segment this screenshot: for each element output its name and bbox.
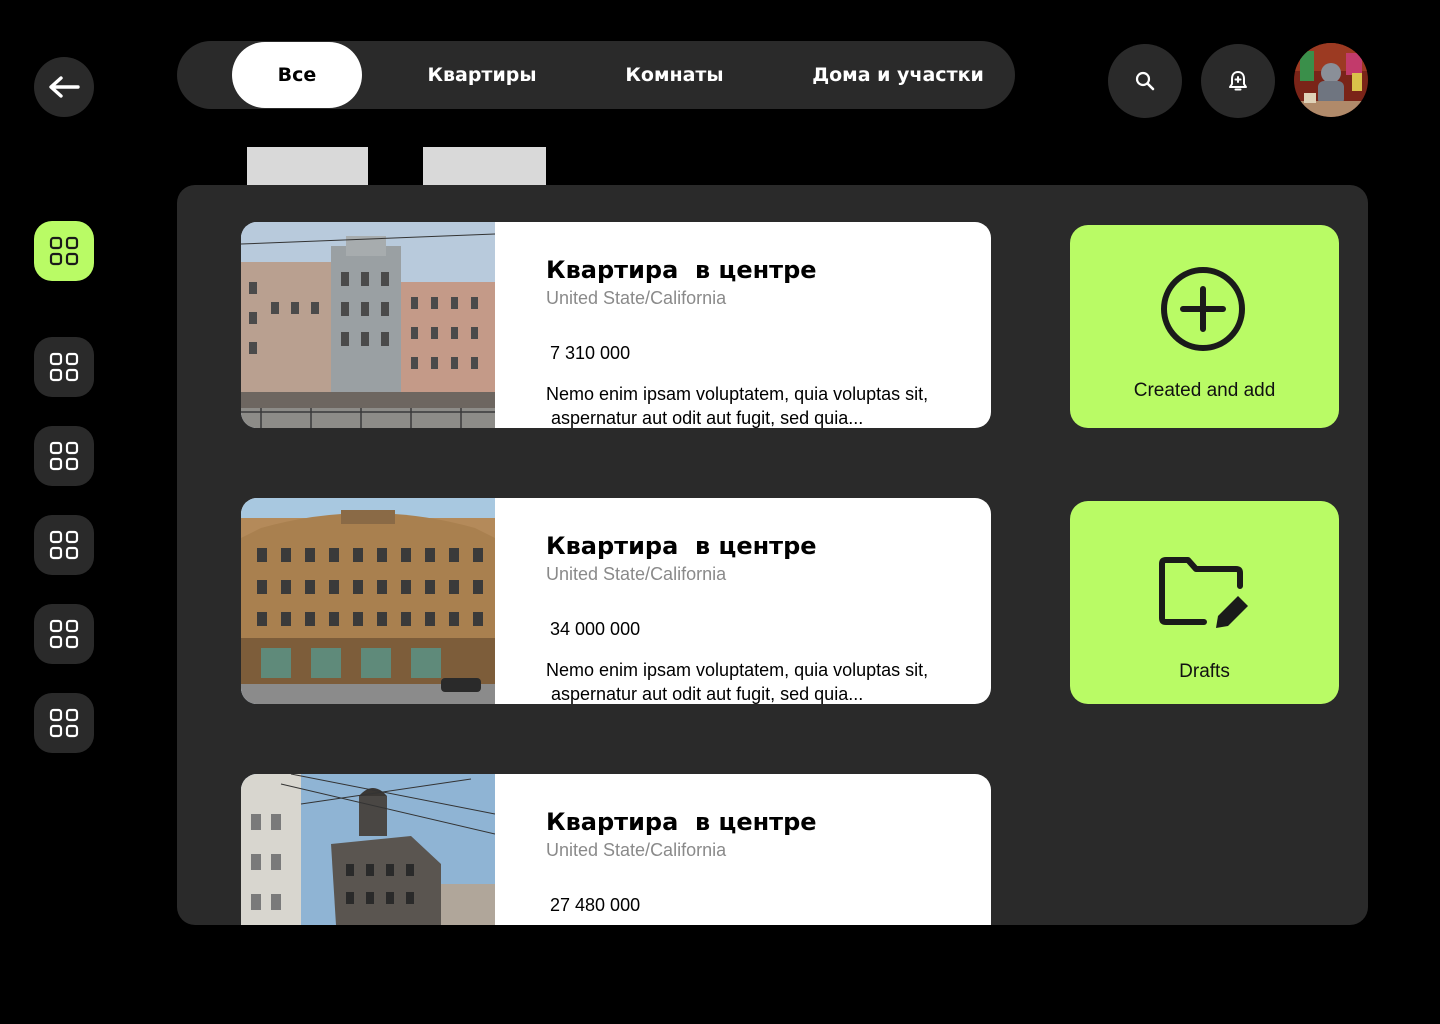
listings-panel: Квартира в центре United State/Californi… (177, 185, 1368, 925)
sidebar-item-1[interactable] (34, 221, 94, 281)
drafts-label: Drafts (1179, 661, 1230, 682)
grid-icon (49, 619, 79, 649)
sidebar-item-6[interactable] (34, 693, 94, 753)
sidebar-item-3[interactable] (34, 426, 94, 486)
sidebar-item-4[interactable] (34, 515, 94, 575)
arrow-left-icon (49, 76, 80, 98)
sidebar-item-5[interactable] (34, 604, 94, 664)
listing-location: United State/California (546, 564, 727, 584)
placeholder-tab-2 (423, 147, 546, 185)
category-tabs: Все Квартиры Комнаты Дома и участки (177, 41, 1015, 109)
listing-photo (241, 498, 495, 704)
listing-card[interactable]: Квартира в центре United State/Californi… (241, 222, 991, 428)
search-button[interactable] (1108, 44, 1182, 118)
drafts-button[interactable]: Drafts (1070, 501, 1339, 704)
listing-title: Квартира в центре (546, 532, 817, 560)
listing-card[interactable]: Квартира в центре United State/Californi… (241, 774, 991, 925)
user-avatar[interactable] (1294, 43, 1368, 117)
grid-icon (49, 352, 79, 382)
search-icon (1135, 71, 1155, 91)
listing-description: Nemo enim ipsam voluptatem, quia volupta… (546, 660, 929, 704)
plus-circle-icon (1161, 267, 1245, 351)
grid-icon (49, 530, 79, 560)
create-and-add-label: Created and add (1133, 380, 1276, 401)
placeholder-tab-1 (247, 147, 368, 185)
grid-icon (49, 441, 79, 471)
notifications-button[interactable] (1201, 44, 1275, 118)
listing-location: United State/California (546, 840, 727, 860)
listing-card[interactable]: Квартира в центре United State/Californi… (241, 498, 991, 704)
listing-title: Квартира в центре (546, 256, 817, 284)
bell-icon (1229, 71, 1247, 91)
back-button[interactable] (34, 57, 94, 117)
listing-photo (241, 222, 495, 428)
create-and-add-button[interactable]: Created and add (1070, 225, 1339, 428)
listing-location: United State/California (546, 288, 727, 308)
listing-photo (241, 774, 495, 925)
tab-rooms[interactable]: Комнаты (617, 41, 732, 109)
tab-apartments[interactable]: Квартиры (422, 41, 542, 109)
avatar-image (1294, 43, 1368, 117)
sidebar-item-2[interactable] (34, 337, 94, 397)
listing-price: 27 480 000 (550, 895, 641, 915)
grid-icon (49, 708, 79, 738)
tab-houses-and-plots[interactable]: Дома и участки (807, 41, 989, 109)
listing-price: 7 310 000 (550, 343, 631, 363)
folder-edit-icon (1159, 557, 1248, 628)
listing-title: Квартира в центре (546, 808, 817, 836)
listing-price: 34 000 000 (550, 619, 641, 639)
grid-icon (49, 236, 79, 266)
listing-description: Nemo enim ipsam voluptatem, quia volupta… (546, 384, 929, 428)
tab-all[interactable]: Все (232, 42, 362, 108)
